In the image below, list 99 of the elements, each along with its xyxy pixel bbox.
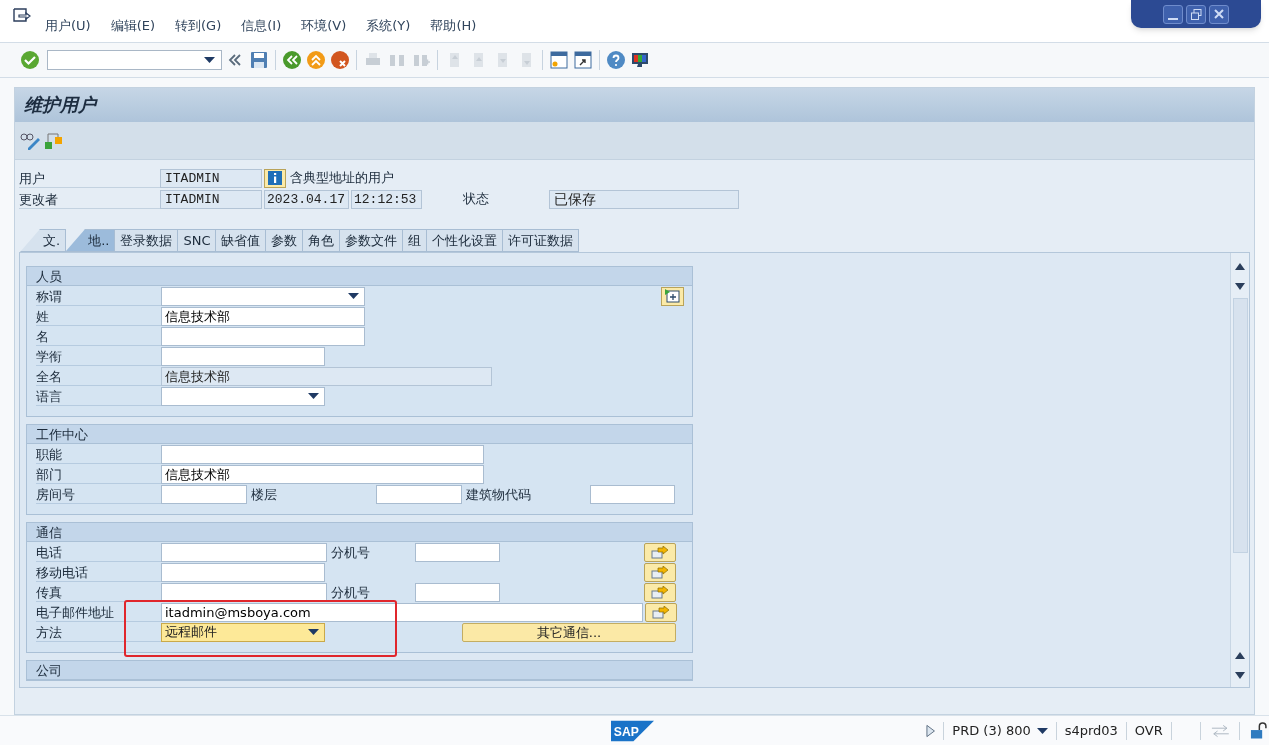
group-title: 工作中心 [27,425,692,444]
help-icon[interactable] [605,49,627,71]
input-field[interactable]: 信息技术部 [161,465,484,485]
scroll-thumb[interactable] [1232,298,1248,553]
date-field: 2023.04.17 [264,189,349,209]
input-field[interactable] [590,485,675,505]
dropdown-caret-icon [308,629,319,635]
scroll-up-icon[interactable] [1235,263,1245,270]
status-field: 已保存 [549,189,739,209]
field-label: 分机号 [330,543,371,562]
add-window-icon [665,289,680,303]
close-icon [1214,9,1224,19]
info-button[interactable] [264,168,286,188]
dropdown-field[interactable]: 远程邮件 [161,622,325,642]
dropdown-field[interactable] [161,286,365,306]
restore-icon [1190,8,1202,20]
input-mode: OVR [1134,721,1163,740]
tab[interactable]: 参数文件 [339,229,404,252]
group-title: 公司 [27,661,692,680]
input-field[interactable] [161,347,325,367]
tab[interactable]: 缺省值 [215,229,267,252]
tab[interactable]: SNC [177,229,217,252]
arrow-right-icon [651,545,669,559]
field-label: 楼层 [250,485,278,504]
scrollbar[interactable] [1230,253,1249,687]
command-field[interactable] [47,50,222,70]
close-button[interactable] [1209,4,1229,24]
group-title: 通信 [27,523,692,542]
back-icon[interactable] [281,49,303,71]
save-icon[interactable] [248,49,270,71]
arrow-right-icon [651,565,669,579]
input-field[interactable]: itadmin@msboya.com [161,603,643,623]
display-field: ITADMIN [160,189,262,209]
unlocked-icon[interactable] [1250,721,1269,740]
restore-button[interactable] [1186,4,1206,24]
input-field[interactable] [161,327,365,347]
arrow-right-icon [651,585,669,599]
menu-item[interactable]: 帮助(H) [430,16,477,36]
system-dropdown[interactable]: PRD (3) 800 [952,720,1048,741]
field-label: 状态 [463,190,490,209]
shortcut-icon[interactable] [572,49,594,71]
server-name: s4prd03 [1064,721,1118,740]
tab[interactable]: 组 [402,229,428,252]
dropdown-caret-icon [1036,727,1048,734]
user-description: 含典型地址的用户 [290,169,394,188]
input-field[interactable] [415,543,500,563]
play-icon[interactable] [926,723,936,738]
display-field: ITADMIN [160,168,262,188]
tab[interactable]: 角色 [302,229,341,252]
scroll-up-icon[interactable] [1235,652,1245,659]
input-field[interactable] [376,485,462,505]
display-change-icon[interactable] [20,131,42,150]
cancel-icon[interactable] [329,49,351,71]
menu-item[interactable]: 用户(U) [45,16,91,36]
input-field[interactable] [161,563,325,583]
input-field[interactable] [415,583,500,603]
tab[interactable]: 文. [20,229,67,252]
tab[interactable]: 许可证数据 [502,229,580,252]
forward-button[interactable] [644,562,676,582]
input-field[interactable] [161,485,247,505]
tab[interactable]: 参数 [265,229,304,252]
menu-item[interactable]: 信息(I) [241,16,282,36]
time-field: 12:12:53 [351,189,422,209]
forward-button[interactable] [645,602,677,622]
dropdown-field[interactable] [161,386,325,406]
display-field: 信息技术部 [161,366,492,386]
forward-button[interactable] [644,582,676,602]
menu-item[interactable]: 环境(V) [301,16,347,36]
other-communication-button[interactable]: 其它通信... [462,622,676,642]
tab[interactable]: 登录数据 [114,229,179,252]
menu-item[interactable]: 转到(G) [175,16,222,36]
arrow-right-icon [652,605,670,619]
field-label: 分机号 [330,583,371,602]
confirm-icon[interactable] [19,49,41,71]
forward-button[interactable] [644,542,676,562]
input-field[interactable] [161,445,484,465]
input-field[interactable] [161,543,327,563]
input-field[interactable]: 信息技术部 [161,307,365,327]
scroll-down-icon[interactable] [1235,283,1245,290]
field-label: 建筑物代码 [465,485,532,504]
group-title: 人员 [27,267,692,286]
hierarchy-icon[interactable] [44,130,64,151]
info-icon [268,171,282,185]
menu-item[interactable]: 系统(Y) [366,16,411,36]
scroll-down-icon[interactable] [1235,672,1245,679]
add-button[interactable] [661,286,684,306]
tab[interactable]: 个性化设置 [426,229,504,252]
dropdown-caret-icon [204,57,215,63]
screen-title: 维护用户 [15,88,1254,122]
new-session-icon[interactable] [548,49,570,71]
connection-icon [1210,723,1230,738]
menu-item[interactable]: 编辑(E) [110,16,156,36]
exit-icon[interactable] [305,49,327,71]
dropdown-caret-icon [308,393,319,399]
menu-icon[interactable] [13,8,31,24]
sap-logo: SAP [611,719,655,742]
minimize-button[interactable] [1163,4,1183,24]
tab[interactable]: 地.. [65,229,116,252]
dropdown-caret-icon [348,293,359,299]
